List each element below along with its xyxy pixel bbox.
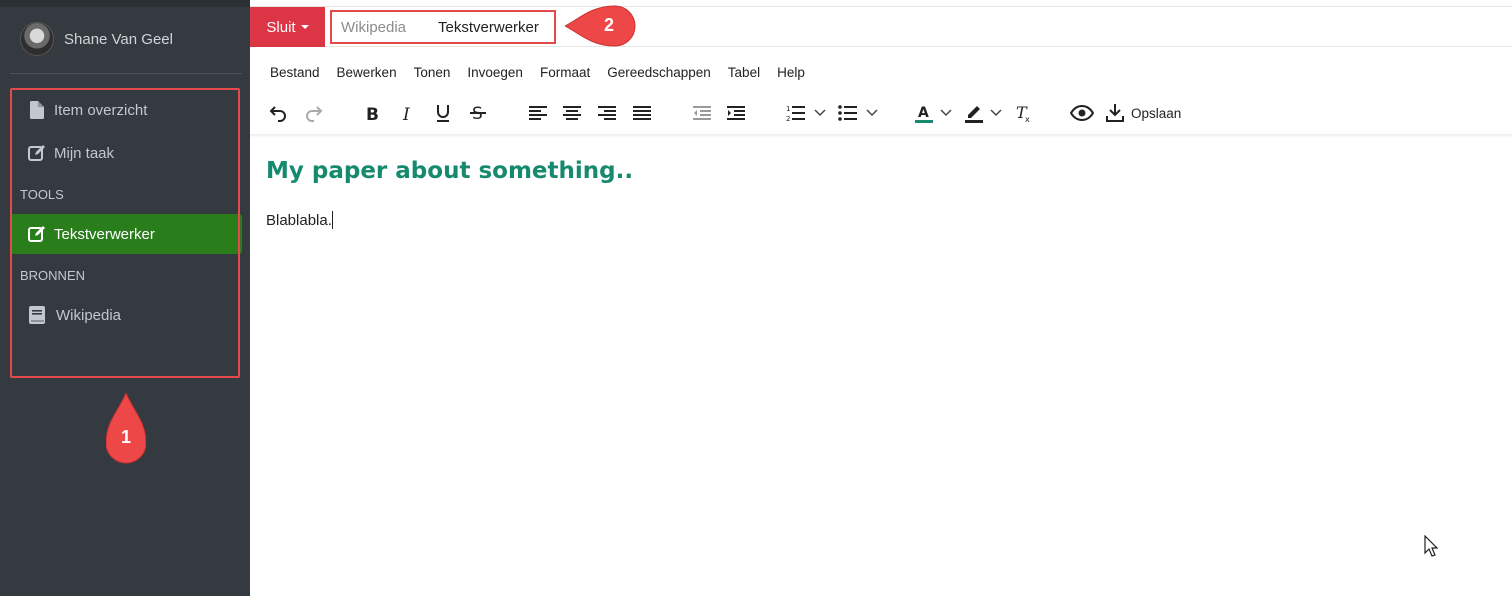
redo-icon	[306, 106, 323, 122]
align-left-button[interactable]	[526, 98, 550, 128]
indent-icon	[727, 106, 745, 120]
chevron-down-icon	[940, 109, 952, 117]
justify-icon	[633, 106, 651, 120]
toolbar-divider	[250, 134, 1512, 138]
align-center-icon	[563, 106, 581, 120]
justify-button[interactable]	[630, 98, 654, 128]
numbered-list-icon: 12	[786, 105, 805, 122]
svg-text:I: I	[402, 105, 410, 122]
tab-bar: Sluit Wikipedia Tekstverwerker	[250, 7, 1512, 47]
text-color-icon: A	[915, 105, 933, 123]
outdent-icon	[693, 106, 711, 120]
annotation-label-1: 1	[121, 427, 132, 447]
menu-help[interactable]: Help	[777, 65, 805, 80]
sidebar-top-strip	[0, 0, 250, 7]
outdent-button[interactable]	[690, 98, 714, 128]
caret-down-icon	[300, 25, 309, 29]
menu-tabel[interactable]: Tabel	[728, 65, 760, 80]
indent-button[interactable]	[724, 98, 748, 128]
annotation-label-2: 2	[604, 15, 615, 35]
italic-icon: I	[402, 105, 410, 122]
svg-text:x: x	[1025, 115, 1030, 123]
menu-bewerken[interactable]: Bewerken	[337, 65, 397, 80]
undo-button[interactable]	[266, 98, 290, 128]
tab-tekstverwerker[interactable]: Tekstverwerker	[438, 19, 539, 36]
strikethrough-button[interactable]: S	[466, 98, 490, 128]
align-right-button[interactable]	[595, 98, 619, 128]
menubar: Bestand Bewerken Tonen Invoegen Formaat …	[250, 60, 805, 84]
menu-formaat[interactable]: Formaat	[540, 65, 590, 80]
svg-text:2: 2	[786, 115, 790, 122]
annotation-box-sidebar	[10, 88, 240, 378]
svg-text:1: 1	[786, 105, 790, 113]
highlighter-icon	[965, 106, 983, 123]
eye-icon	[1070, 105, 1094, 121]
align-center-button[interactable]	[560, 98, 584, 128]
clear-formatting-button[interactable]: Tx	[1011, 98, 1035, 128]
undo-icon	[269, 106, 286, 122]
bold-button[interactable]: B	[361, 98, 385, 128]
clear-formatting-icon: Tx	[1016, 103, 1030, 123]
strikethrough-icon: S	[470, 104, 486, 123]
menu-gereedschappen[interactable]: Gereedschappen	[607, 65, 711, 80]
italic-button[interactable]: I	[396, 98, 420, 128]
text-color-button[interactable]: A	[910, 98, 956, 128]
underline-icon	[437, 105, 449, 122]
mouse-pointer-icon	[1424, 534, 1439, 562]
chevron-down-icon	[814, 109, 826, 117]
highlight-button[interactable]	[960, 98, 1006, 128]
close-button-label: Sluit	[266, 18, 296, 36]
download-icon	[1106, 104, 1124, 122]
save-button[interactable]: Opslaan	[1105, 98, 1185, 128]
svg-text:A: A	[918, 105, 929, 121]
document-title[interactable]: My paper about something..	[266, 158, 633, 184]
sidebar: Shane Van Geel Item overzicht Mijn taak …	[0, 0, 250, 596]
sidebar-divider	[10, 73, 242, 74]
close-button[interactable]: Sluit	[250, 7, 325, 47]
annotation-marker-1: 1	[105, 391, 147, 467]
align-left-icon	[529, 106, 547, 120]
document-body-text[interactable]: Blablabla.	[266, 212, 332, 229]
annotation-box-tabs: Wikipedia Tekstverwerker	[330, 10, 556, 44]
toolbar: B I S 12 A Tx	[250, 98, 1512, 128]
redo-button[interactable]	[302, 98, 326, 128]
bullet-list-button[interactable]	[835, 98, 881, 128]
document-body[interactable]: Blablabla.	[266, 211, 333, 229]
save-button-label: Opslaan	[1131, 105, 1182, 121]
menu-tonen[interactable]: Tonen	[414, 65, 451, 80]
user-panel[interactable]: Shane Van Geel	[20, 22, 173, 56]
text-cursor	[331, 211, 333, 229]
align-right-icon	[598, 106, 616, 120]
svg-text:B: B	[366, 105, 379, 122]
preview-button[interactable]	[1068, 98, 1096, 128]
chevron-down-icon	[990, 109, 1002, 117]
main-top-strip	[250, 0, 1512, 7]
menu-bestand[interactable]: Bestand	[270, 65, 320, 80]
underline-button[interactable]	[431, 98, 455, 128]
tab-wikipedia[interactable]: Wikipedia	[341, 19, 406, 36]
user-name[interactable]: Shane Van Geel	[64, 31, 173, 48]
menu-invoegen[interactable]: Invoegen	[467, 65, 523, 80]
numbered-list-button[interactable]: 12	[783, 98, 829, 128]
annotation-marker-2: 2	[563, 5, 641, 47]
bold-icon: B	[366, 105, 379, 122]
bullet-list-icon	[838, 105, 857, 121]
chevron-down-icon	[866, 109, 878, 117]
avatar[interactable]	[20, 22, 54, 56]
